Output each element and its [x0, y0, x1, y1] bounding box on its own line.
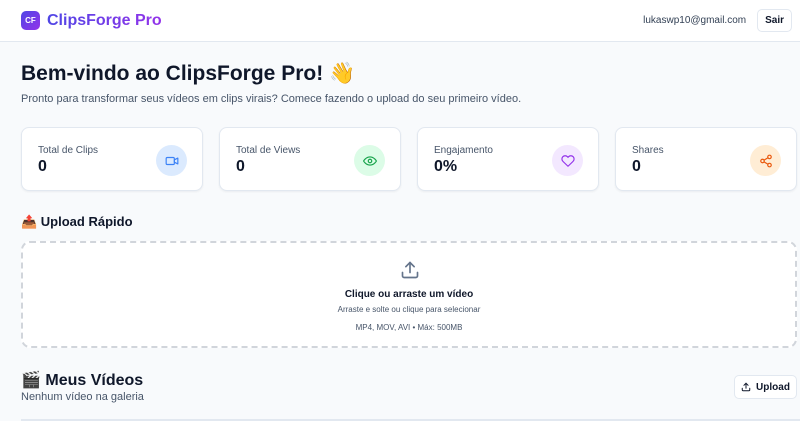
user-email: lukaswp10@gmail.com: [643, 15, 747, 26]
brand[interactable]: CF ClipsForge Pro: [21, 11, 162, 30]
dropzone-subtitle: Arraste e solte ou clique para seleciona…: [337, 305, 481, 314]
dropzone-formats: MP4, MOV, AVI • Máx: 500MB: [355, 323, 463, 332]
stat-value: 0: [632, 158, 641, 175]
stat-label: Engajamento: [434, 145, 493, 156]
stat-card-engagement: Engajamento 0%: [417, 127, 599, 191]
app-logo: CF: [21, 11, 40, 30]
stat-card-shares: Shares 0: [615, 127, 797, 191]
dropzone-title: Clique ou arraste um vídeo: [344, 289, 474, 300]
stat-label: Total de Views: [236, 145, 301, 156]
logout-button[interactable]: Sair: [757, 9, 792, 32]
user-area: lukaswp10@gmail.com Sair: [643, 9, 792, 32]
stat-label: Total de Clips: [38, 145, 99, 156]
top-navbar: CF ClipsForge Pro lukaswp10@gmail.com Sa…: [0, 0, 800, 42]
upload-dropzone[interactable]: Clique ou arraste um vídeo Arraste e sol…: [21, 241, 797, 348]
upload-section-title: 📤 Upload Rápido: [21, 214, 133, 229]
stat-value: 0: [38, 158, 47, 175]
eye-icon: [354, 145, 385, 176]
videos-section-title: 🎬 Meus Vídeos: [21, 372, 144, 389]
videos-empty-text: Nenhum vídeo na galeria: [21, 391, 144, 403]
stat-value: 0: [236, 158, 245, 175]
heart-icon: [552, 145, 583, 176]
stat-label: Shares: [632, 145, 664, 156]
video-icon: [156, 145, 187, 176]
stat-value: 0%: [434, 158, 458, 175]
upload-button[interactable]: Upload: [734, 375, 797, 399]
upload-icon: [741, 382, 751, 392]
share-icon: [750, 145, 781, 176]
upload-icon: [401, 261, 419, 279]
welcome-subtitle: Pronto para transformar seus vídeos em c…: [21, 93, 522, 105]
stat-card-clips: Total de Clips 0: [21, 127, 203, 191]
stat-card-views: Total de Views 0: [219, 127, 401, 191]
app-name: ClipsForge Pro: [47, 11, 162, 29]
welcome-title: Bem-vindo ao ClipsForge Pro! 👋: [21, 62, 356, 85]
upload-button-label: Upload: [756, 381, 790, 393]
